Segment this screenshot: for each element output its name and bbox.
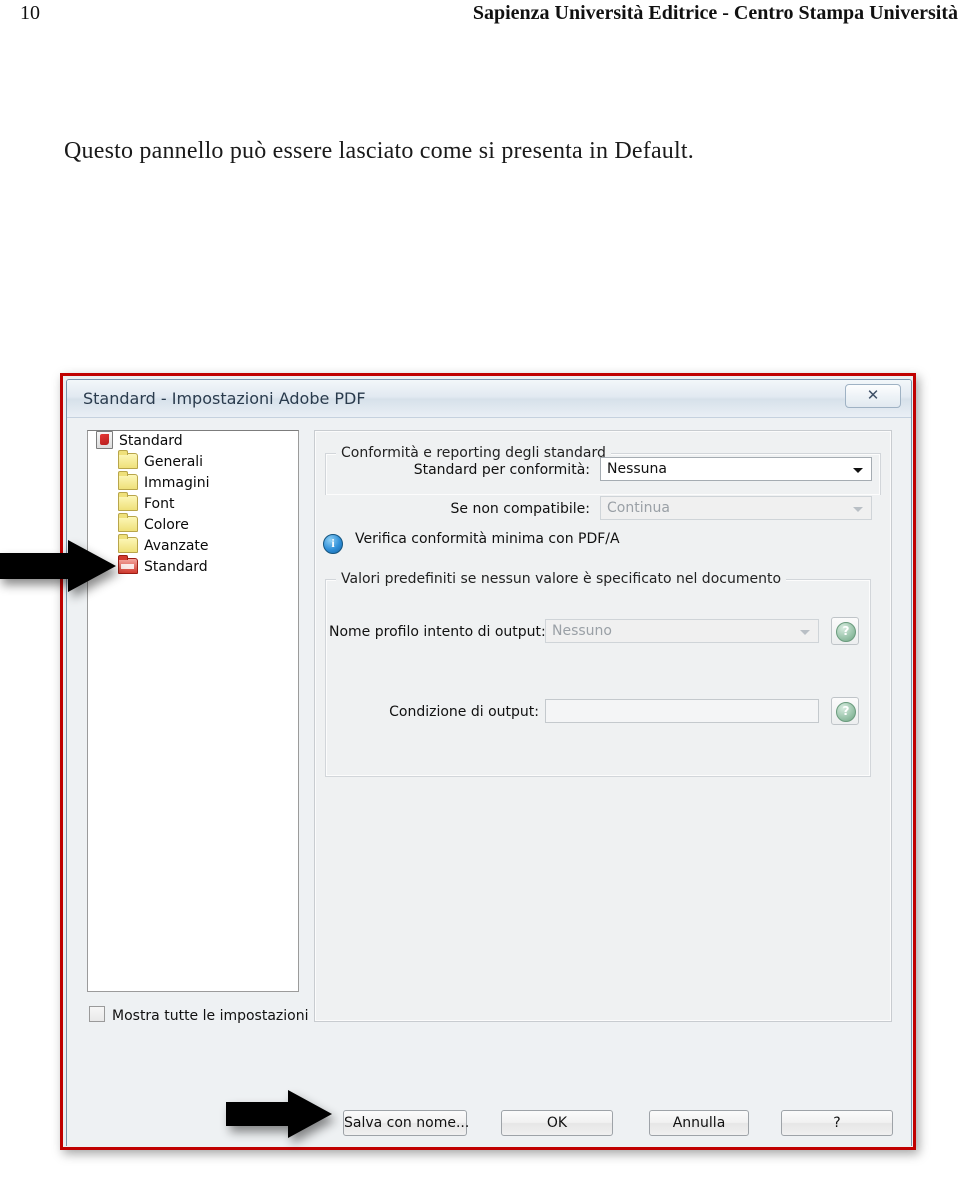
annotation-arrow-tree: [0, 540, 118, 597]
page-header: 10 Sapienza Università Editrice - Centro…: [0, 0, 960, 34]
standard-conformity-value: Nessuna: [607, 461, 667, 477]
pdf-document-icon: [96, 431, 113, 449]
page-number: 10: [20, 2, 40, 24]
noncompliant-label: Se non compatibile:: [450, 501, 590, 517]
dialog-titlebar: Standard - Impostazioni Adobe PDF ✕: [67, 380, 911, 418]
tree-item-standard-root[interactable]: Standard: [88, 431, 298, 452]
body-paragraph: Questo pannello può essere lasciato come…: [64, 138, 694, 164]
folder-closed-icon: [118, 471, 138, 490]
output-profile-help-button[interactable]: ?: [831, 617, 859, 645]
tree-item-label: Immagini: [144, 475, 210, 491]
show-all-settings-label: Mostra tutte le impostazioni: [112, 1008, 309, 1024]
tree-item-label: Colore: [144, 517, 189, 533]
output-profile-value: Nessuno: [552, 623, 612, 639]
show-all-settings-checkbox[interactable]: Mostra tutte le impostazioni: [89, 1006, 308, 1024]
running-head: Sapienza Università Editrice - Centro St…: [472, 2, 958, 24]
checkbox-box-icon[interactable]: [89, 1006, 105, 1022]
settings-pane-standard: Conformità e reporting degli standard St…: [314, 430, 892, 1022]
tree-item-label: Generali: [144, 454, 204, 470]
folder-closed-icon: [118, 534, 138, 553]
tree-item-label: Standard: [119, 433, 183, 449]
question-mark-icon: ?: [836, 702, 856, 722]
tree-item-avanzate[interactable]: Avanzate: [88, 534, 298, 557]
pdfa-info-text: Verifica conformità minima con PDF/A: [355, 531, 620, 547]
folder-closed-icon: [118, 513, 138, 532]
close-icon[interactable]: ✕: [845, 384, 901, 408]
screenshot-red-frame: Standard - Impostazioni Adobe PDF ✕ Stan…: [60, 373, 916, 1150]
cancel-button[interactable]: Annulla: [649, 1110, 749, 1136]
group-defaults: Valori predefiniti se nessun valore è sp…: [325, 571, 871, 777]
question-mark-icon: ?: [836, 622, 856, 642]
output-condition-help-button[interactable]: ?: [831, 697, 859, 725]
chevron-down-icon: [800, 630, 810, 635]
noncompliant-combo[interactable]: Continua: [600, 496, 872, 520]
tree-item-generali[interactable]: Generali: [88, 450, 298, 473]
folder-closed-icon: [118, 450, 138, 469]
tree-item-font[interactable]: Font: [88, 492, 298, 515]
info-icon: i: [323, 534, 343, 554]
save-as-button[interactable]: Salva con nome...: [343, 1110, 469, 1136]
output-condition-input[interactable]: [545, 699, 819, 723]
group-conformity-title: Conformità e reporting degli standard: [336, 445, 611, 461]
pdfa-info-row: i Verifica conformità minima con PDF/A: [323, 531, 620, 554]
output-profile-combo[interactable]: Nessuno: [545, 619, 819, 643]
chevron-down-icon: [853, 468, 863, 473]
tree-item-standard-selected[interactable]: Standard: [88, 555, 298, 578]
standard-conformity-combo[interactable]: Nessuna: [600, 457, 872, 481]
group-defaults-title: Valori predefiniti se nessun valore è sp…: [336, 571, 787, 587]
tree-item-label: Avanzate: [144, 538, 209, 554]
output-condition-label: Condizione di output:: [389, 704, 539, 720]
chevron-down-icon: [853, 507, 863, 512]
dialog-title: Standard - Impostazioni Adobe PDF: [83, 389, 366, 408]
tree-item-colore[interactable]: Colore: [88, 513, 298, 536]
output-profile-label: Nome profilo intento di output:: [329, 624, 546, 640]
ok-button[interactable]: OK: [501, 1110, 613, 1136]
tree-item-immagini[interactable]: Immagini: [88, 471, 298, 494]
folder-closed-icon: [118, 492, 138, 511]
help-button[interactable]: ?: [781, 1110, 893, 1136]
noncompliant-value: Continua: [607, 500, 670, 516]
settings-tree[interactable]: Standard Generali Immagini Font Colore A…: [87, 430, 299, 992]
annotation-arrow-save-as: [226, 1090, 334, 1143]
tree-item-label: Font: [144, 496, 175, 512]
adobe-pdf-settings-dialog: Standard - Impostazioni Adobe PDF ✕ Stan…: [66, 379, 912, 1147]
tree-item-label: Standard: [144, 559, 208, 575]
folder-open-red-icon: [118, 555, 138, 574]
dialog-client-area: Standard Generali Immagini Font Colore A…: [67, 418, 911, 1147]
standard-conformity-label: Standard per conformità:: [413, 462, 590, 478]
